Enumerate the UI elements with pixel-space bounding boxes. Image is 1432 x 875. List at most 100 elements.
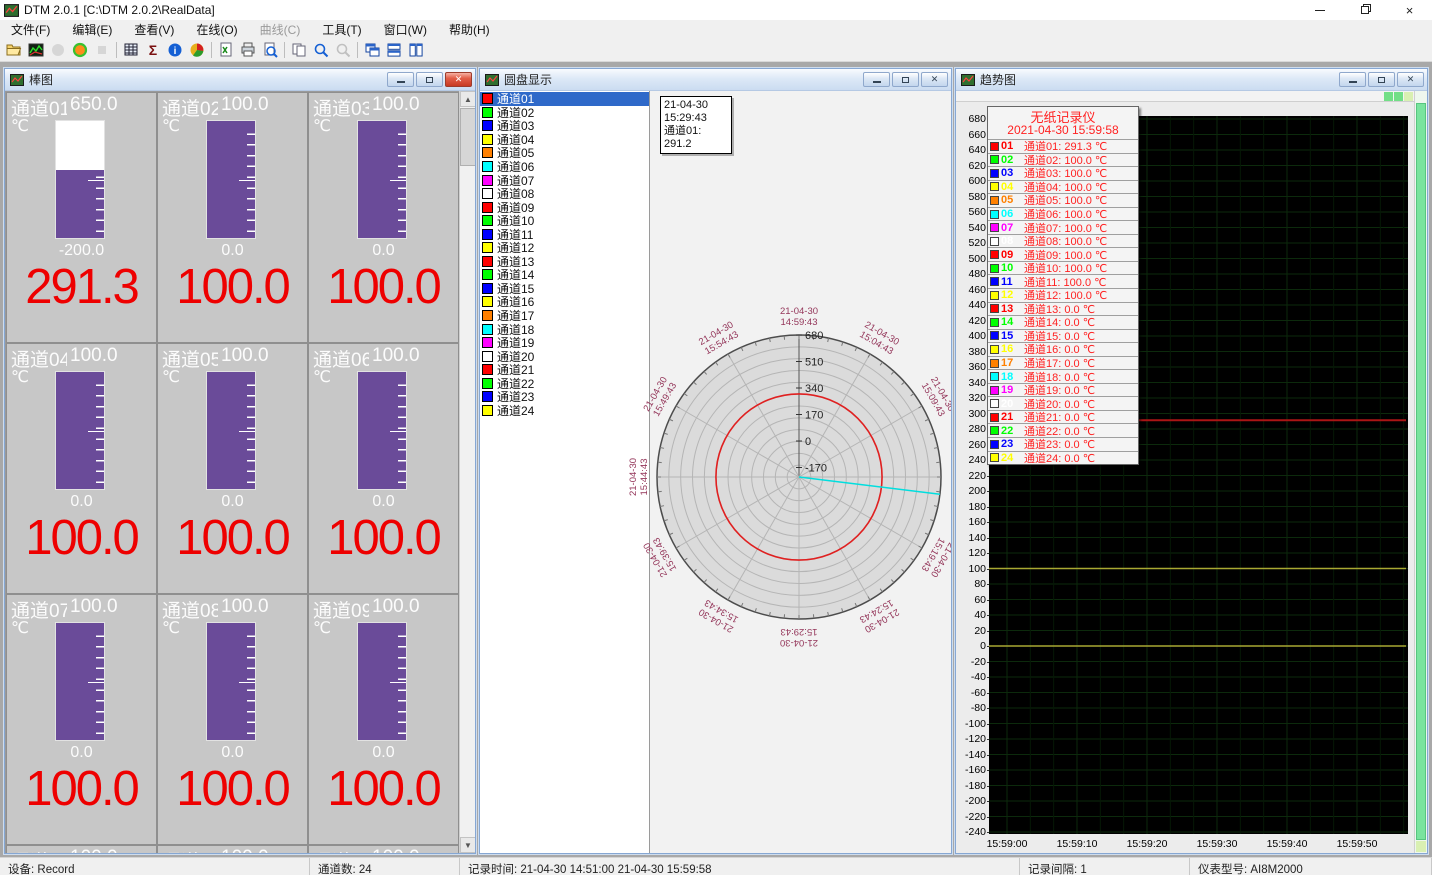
y-axis-label: 60 (958, 594, 986, 606)
mdi-workspace: 棒图 ✕ 通道01650.0℃-200.0291.3通道02100.0℃0.01… (0, 62, 1432, 857)
y-axis-label: 280 (958, 423, 986, 435)
y-axis-label: 660 (958, 129, 986, 141)
gauge-max-value: 100.0 (70, 847, 118, 853)
svg-text:0: 0 (805, 436, 811, 448)
gauge-unit: ℃ (313, 116, 331, 136)
legend-color-swatch (990, 440, 999, 449)
gauge-unit: ℃ (313, 618, 331, 638)
disc-close-button[interactable]: ✕ (921, 72, 948, 87)
toolbar-cascade-windows-icon[interactable] (361, 40, 383, 60)
trend-legend: 无纸记录仪 2021-04-30 15:59:58 01通道01: 291.3 … (987, 106, 1139, 465)
toolbar-info-icon[interactable]: i (164, 40, 186, 60)
toolbar-open-file-icon[interactable] (3, 40, 25, 60)
legend-entry: 18通道18: 0.0 ℃ (988, 369, 1138, 383)
trend-vertical-scrollbar[interactable] (1414, 91, 1427, 853)
y-axis-label: -160 (958, 764, 986, 776)
menu-view[interactable]: 查看(V) (123, 19, 185, 40)
toolbar-print-icon[interactable] (237, 40, 259, 60)
menu-edit[interactable]: 编辑(E) (61, 19, 123, 40)
y-axis-label: -140 (958, 749, 986, 761)
toolbar-copy-icon[interactable] (288, 40, 310, 60)
bar-window-title: 棒图 (29, 71, 53, 88)
bar-close-button[interactable]: ✕ (445, 72, 472, 87)
gauge-max-value: 100.0 (372, 94, 420, 116)
bar-window-titlebar[interactable]: 棒图 ✕ (5, 69, 475, 91)
close-button[interactable]: × (1387, 0, 1432, 20)
bar-scrollbar[interactable]: ▲ ▼ (459, 91, 475, 853)
y-axis-label: 260 (958, 439, 986, 451)
svg-text:21-04-3015:29:43: 21-04-3015:29:43 (780, 626, 818, 648)
legend-color-swatch (990, 318, 999, 327)
scroll-down-icon[interactable]: ▼ (460, 837, 475, 853)
trend-minimize-button[interactable] (1339, 72, 1366, 87)
scroll-up-icon[interactable]: ▲ (460, 91, 475, 107)
legend-color-swatch (990, 250, 999, 259)
toolbar-tile-vertical-icon[interactable] (405, 40, 427, 60)
y-axis-label: 180 (958, 501, 986, 513)
legend-color-swatch (990, 182, 999, 191)
trend-maximize-button[interactable] (1368, 72, 1395, 87)
toolbar-record-active-icon[interactable] (69, 40, 91, 60)
y-axis-label: -240 (958, 826, 986, 838)
status-field: 仪表型号: AI8M2000 (1190, 858, 1432, 875)
legend-timestamp: 2021-04-30 15:59:58 (988, 123, 1138, 139)
toolbar-separator (357, 42, 358, 58)
trend-chart-window: 趋势图 ✕ 6806606406206005805605405205004804… (955, 68, 1428, 854)
toolbar-data-table-icon[interactable] (120, 40, 142, 60)
legend-color-swatch (990, 237, 999, 246)
y-axis-label: -80 (958, 702, 986, 714)
svg-text:21-04-3014:59:43: 21-04-3014:59:43 (780, 306, 818, 328)
disc-maximize-button[interactable] (892, 72, 919, 87)
legend-entry: 04通道04: 100.0 ℃ (988, 180, 1138, 194)
legend-color-swatch (990, 345, 999, 354)
disc-window-titlebar[interactable]: 圆盘显示 ✕ (480, 69, 951, 91)
trend-close-button[interactable]: ✕ (1397, 72, 1424, 87)
bar-gauge-cell: 通道01650.0℃-200.0291.3 (7, 93, 156, 342)
y-axis-label: 0 (958, 640, 986, 652)
restore-button[interactable] (1342, 0, 1387, 20)
menu-tools[interactable]: 工具(T) (311, 19, 372, 40)
window-title: DTM 2.0.1 [C:\DTM 2.0.2\RealData] (24, 3, 215, 17)
toolbar-statistics-sigma-icon[interactable]: Σ (142, 40, 164, 60)
gauge-max-value: 100.0 (372, 345, 420, 367)
gauge-min-value: 0.0 (309, 744, 458, 762)
y-axis-label: 580 (958, 191, 986, 203)
y-axis-label: 360 (958, 361, 986, 373)
bar-window-icon (10, 74, 24, 86)
legend-channel-number: 24 (1001, 452, 1019, 464)
y-axis-label: 440 (958, 299, 986, 311)
trend-window-titlebar[interactable]: 趋势图 ✕ (956, 69, 1427, 91)
svg-text:21-04-3015:44:43: 21-04-3015:44:43 (628, 458, 650, 496)
legend-color-swatch (990, 426, 999, 435)
legend-channel-number: 20 (1001, 398, 1019, 410)
y-axis-label: 520 (958, 237, 986, 249)
gauge-bar (55, 622, 105, 741)
menu-curve: 曲线(C) (249, 19, 312, 40)
minimize-button[interactable] (1297, 0, 1342, 20)
menu-help[interactable]: 帮助(H) (438, 19, 501, 40)
tooltip-value: 通道01: 291.2 (664, 125, 728, 151)
menu-window[interactable]: 窗口(W) (373, 19, 438, 40)
toolbar-print-preview-icon[interactable] (259, 40, 281, 60)
legend-color-swatch (990, 142, 999, 151)
toolbar-pie-chart-icon[interactable] (186, 40, 208, 60)
gauge-max-value: 100.0 (221, 345, 269, 367)
app-window: DTM 2.0.1 [C:\DTM 2.0.2\RealData] × 文件(F… (0, 0, 1432, 875)
toolbar-export-excel-icon[interactable] (215, 40, 237, 60)
y-axis-label: 20 (958, 625, 986, 637)
y-axis-label: 380 (958, 346, 986, 358)
toolbar-tile-horizontal-icon[interactable] (383, 40, 405, 60)
menu-file[interactable]: 文件(F) (0, 19, 61, 40)
channel-name: 通道11 (162, 847, 218, 853)
bar-minimize-button[interactable] (387, 72, 414, 87)
menu-online[interactable]: 在线(O) (185, 19, 248, 40)
channel-value: 100.0 (158, 761, 307, 817)
toolbar-realtime-data-icon[interactable] (25, 40, 47, 60)
trend-horizontal-scrollbar[interactable] (956, 91, 1414, 102)
disc-minimize-button[interactable] (863, 72, 890, 87)
scroll-thumb[interactable] (460, 108, 475, 166)
toolbar-zoom-in-icon[interactable] (310, 40, 332, 60)
scroll-thumb[interactable] (1416, 103, 1426, 840)
bar-maximize-button[interactable] (416, 72, 443, 87)
legend-color-swatch (990, 304, 999, 313)
